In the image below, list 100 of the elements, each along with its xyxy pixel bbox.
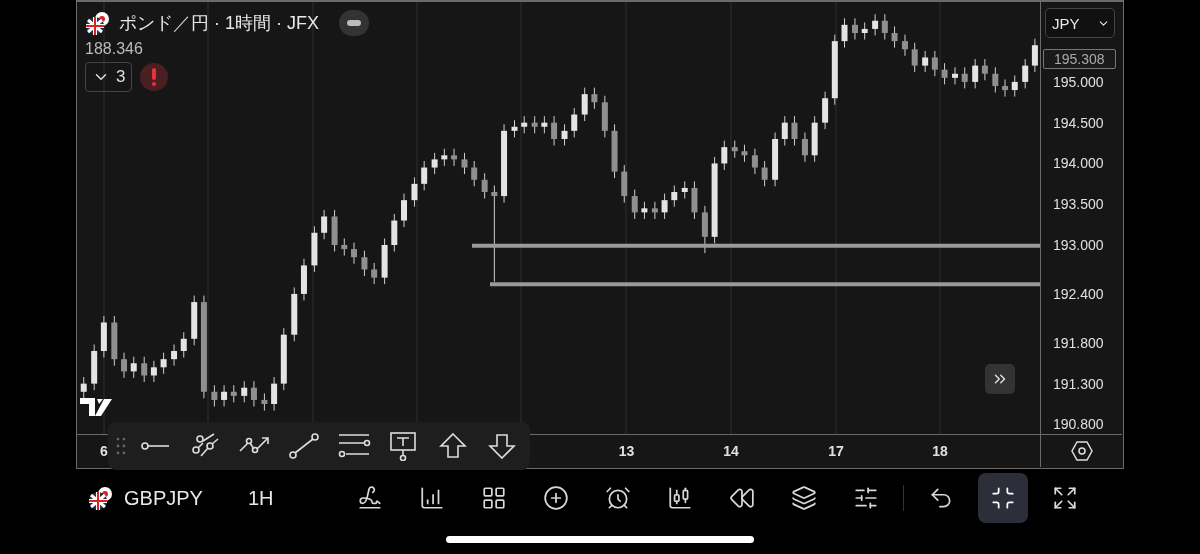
candle [80, 376, 87, 399]
candle [631, 189, 638, 220]
layers-icon [790, 485, 817, 511]
candle [981, 58, 988, 81]
candle [731, 140, 738, 159]
horizontal-line[interactable] [472, 243, 1040, 248]
candle [271, 376, 278, 412]
candle [591, 87, 598, 110]
candle [321, 209, 328, 240]
candle [671, 184, 678, 208]
currency-select[interactable]: JPY [1045, 8, 1115, 38]
candle [141, 356, 148, 383]
candle [531, 115, 538, 134]
candle [922, 50, 929, 73]
candle [931, 50, 938, 77]
candle [481, 172, 488, 199]
candle [401, 193, 407, 228]
chart-title: ポンド／円 · 1時間 · JFX [119, 12, 319, 35]
candle [801, 131, 808, 163]
candle [111, 315, 118, 367]
indicators-toggle[interactable]: 3 [85, 62, 133, 92]
candle [721, 140, 728, 171]
candle [471, 160, 478, 187]
candle [851, 17, 858, 40]
candle [280, 327, 287, 391]
rewind-icon [728, 485, 755, 511]
candle [891, 25, 898, 49]
candle [1002, 78, 1009, 98]
flag-icon [88, 485, 114, 511]
candle [881, 13, 888, 40]
candle [171, 344, 178, 367]
time-label: 18 [932, 443, 948, 459]
candle [511, 119, 518, 138]
candle [461, 152, 468, 175]
last-price: 188.346 [85, 40, 144, 58]
collapse-button[interactable] [339, 10, 369, 36]
candle [230, 384, 237, 403]
candle [91, 344, 98, 391]
candle [641, 201, 648, 220]
symbol-name[interactable]: GBPJPY [124, 486, 203, 510]
candle [451, 148, 458, 167]
candle [831, 34, 838, 106]
candle [551, 115, 558, 146]
horizontal-line[interactable] [490, 282, 1040, 287]
price-label: 190.800 [1053, 416, 1104, 433]
candle [411, 176, 418, 208]
candle [261, 392, 268, 412]
candle [1022, 58, 1029, 89]
candle [601, 95, 608, 138]
candle [661, 193, 668, 220]
candle [811, 115, 818, 163]
candle [361, 250, 368, 277]
candle [681, 180, 688, 199]
grid-icon [480, 485, 507, 511]
time-label: 13 [618, 443, 635, 459]
scroll-to-latest-button[interactable] [985, 364, 1015, 394]
candle [541, 115, 548, 134]
horizontal-ray-icon [140, 441, 171, 451]
time-label: 17 [828, 443, 844, 459]
price-label: 193.000 [1053, 237, 1104, 253]
alert-icon[interactable] [140, 63, 169, 91]
candle [902, 34, 908, 57]
interval-label[interactable]: 1H [247, 486, 274, 510]
plus-icon [542, 485, 569, 511]
time-label: 6 [100, 443, 108, 459]
minimize-icon [989, 485, 1016, 511]
candle [1031, 38, 1038, 73]
candle [250, 380, 257, 407]
exit-fullscreen-button[interactable] [977, 473, 1028, 523]
pen-icon [356, 485, 383, 511]
candle [100, 315, 107, 359]
sliders-icon [852, 485, 879, 511]
candle [160, 352, 167, 375]
time-label: 14 [723, 443, 739, 459]
candle [191, 295, 198, 346]
candle [521, 115, 528, 134]
candle [861, 21, 868, 40]
price-label: 193.500 [1053, 196, 1104, 213]
price-label: 194.000 [1053, 155, 1104, 172]
candle [701, 205, 708, 254]
candle [961, 66, 968, 89]
candle [941, 62, 948, 85]
candle [150, 360, 157, 383]
chart-icon [418, 485, 445, 511]
candle [381, 238, 388, 285]
candle [841, 17, 848, 49]
candle [791, 115, 798, 146]
settings-icon[interactable] [1070, 441, 1093, 461]
drag-handle-icon[interactable] [116, 436, 126, 456]
candle [561, 123, 568, 146]
candle [431, 152, 438, 175]
price-label: 191.300 [1053, 375, 1104, 392]
candle [911, 42, 918, 73]
price-label: 192.400 [1053, 285, 1104, 302]
logo-icon [80, 398, 112, 416]
candle [180, 331, 187, 359]
price-label: 194.500 [1053, 114, 1104, 131]
candle [972, 58, 979, 89]
candle [421, 160, 428, 191]
candle [772, 131, 779, 187]
